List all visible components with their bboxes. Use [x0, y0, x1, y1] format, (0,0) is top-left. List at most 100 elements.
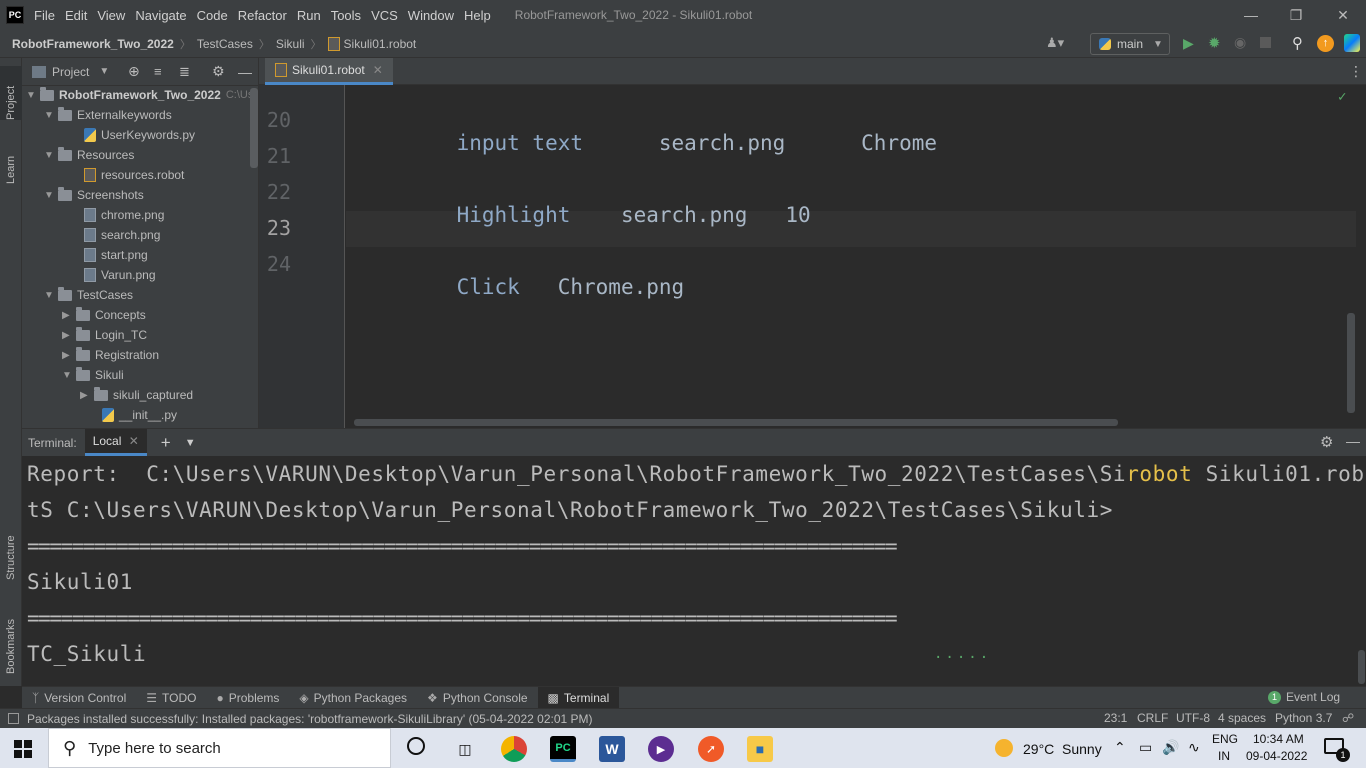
windows-start-icon[interactable]: [14, 740, 32, 758]
menu-refactor[interactable]: Refactor: [238, 8, 287, 23]
weather-temperature[interactable]: 29°C: [1023, 741, 1054, 757]
close-icon[interactable]: ✕: [1320, 0, 1366, 30]
weather-sun-icon[interactable]: [995, 739, 1013, 757]
editor-tab-sikuli01[interactable]: Sikuli01.robot ✕: [265, 58, 393, 85]
close-tab-icon[interactable]: ✕: [373, 63, 383, 77]
user-icon[interactable]: ♟▾: [1046, 35, 1064, 51]
menu-run[interactable]: Run: [297, 8, 321, 23]
breadcrumb-file[interactable]: Sikuli01.robot: [344, 37, 417, 51]
tree-item-sikuli[interactable]: ▼ Sikuli: [62, 365, 124, 385]
clock-date[interactable]: 09-04-2022: [1246, 749, 1307, 763]
collapse-all-icon[interactable]: ≣: [179, 64, 190, 80]
wifi-icon[interactable]: ∿: [1188, 739, 1200, 756]
cortana-icon[interactable]: [407, 737, 425, 755]
project-tool-tab[interactable]: Project: [0, 66, 22, 120]
problems-tab[interactable]: ● Problems: [206, 687, 289, 709]
menu-code[interactable]: Code: [197, 8, 228, 23]
menu-edit[interactable]: Edit: [65, 8, 87, 23]
caret-position[interactable]: 23:1: [1104, 711, 1127, 725]
todo-tab[interactable]: ☰ TODO: [136, 687, 206, 709]
run-config-selector[interactable]: main ▼: [1090, 33, 1170, 55]
horizontal-scrollbar[interactable]: [354, 419, 1118, 426]
chevron-down-icon[interactable]: ▼: [185, 437, 196, 449]
tree-item-registration[interactable]: ▶ Registration: [62, 345, 159, 365]
menu-file[interactable]: File: [34, 8, 55, 23]
clock-time[interactable]: 10:34 AM: [1253, 732, 1304, 746]
code-line[interactable]: Highlight search.png 10: [406, 179, 811, 251]
menu-view[interactable]: View: [97, 8, 125, 23]
terminal-scrollbar[interactable]: [1358, 650, 1365, 684]
postman-icon[interactable]: ➚: [698, 736, 724, 762]
terminal-output[interactable]: Report: C:\Users\VARUN\Desktop\Varun_Per…: [22, 456, 1366, 686]
jetbrains-icon[interactable]: [1344, 34, 1360, 52]
locate-icon[interactable]: ⊕: [128, 63, 140, 80]
tree-item-testcases[interactable]: ▼ TestCases: [44, 285, 133, 305]
gear-icon[interactable]: ⚙: [1320, 433, 1333, 451]
update-icon[interactable]: ↑: [1317, 35, 1334, 52]
status-message[interactable]: Packages installed successfully: Install…: [27, 712, 593, 726]
gear-icon[interactable]: ⚙: [212, 63, 225, 80]
bookmarks-tool-tab[interactable]: Bookmarks: [0, 598, 22, 674]
file-explorer-icon[interactable]: ■: [747, 736, 773, 762]
project-scrollbar[interactable]: [250, 88, 258, 168]
menu-navigate[interactable]: Navigate: [135, 8, 186, 23]
no-problems-check-icon[interactable]: ✓: [1338, 89, 1346, 105]
terminal-tab-local[interactable]: Local ✕: [84, 429, 147, 456]
menu-window[interactable]: Window: [408, 8, 454, 23]
word-icon[interactable]: W: [599, 736, 625, 762]
add-terminal-icon[interactable]: +: [161, 433, 171, 453]
code-line[interactable]: Click Chrome.png: [406, 251, 685, 323]
close-tab-icon[interactable]: ✕: [129, 434, 139, 448]
lock-icon[interactable]: ☍: [1342, 711, 1354, 725]
vertical-scrollbar[interactable]: [1347, 313, 1355, 413]
file-encoding[interactable]: UTF-8: [1176, 711, 1210, 725]
code-editor[interactable]: input text search.png Chrome Highlight s…: [346, 85, 1356, 428]
tree-item-start-png[interactable]: start.png: [84, 245, 148, 265]
tree-item-project-root[interactable]: ▼ RobotFramework_Two_2022 C:\Us: [26, 85, 253, 105]
task-view-icon[interactable]: ◫: [452, 736, 478, 762]
code-line[interactable]: input text search.png Chrome: [406, 107, 937, 179]
debug-icon[interactable]: ✹: [1208, 34, 1221, 52]
search-icon[interactable]: ⚲: [1292, 34, 1303, 52]
weather-description[interactable]: Sunny: [1062, 741, 1102, 757]
chevron-down-icon[interactable]: ▼: [99, 66, 109, 77]
menu-tools[interactable]: Tools: [331, 8, 361, 23]
volume-icon[interactable]: 🔊: [1162, 739, 1179, 756]
menu-help[interactable]: Help: [464, 8, 491, 23]
tree-item-chrome-png[interactable]: chrome.png: [84, 205, 164, 225]
terminal-tab[interactable]: ▩ Terminal: [537, 686, 620, 709]
tree-item-init-py[interactable]: __init__.py: [102, 405, 177, 425]
breadcrumb-testcases[interactable]: TestCases: [197, 37, 253, 51]
taskbar-search-box[interactable]: ⚲ Type here to search: [48, 728, 391, 768]
battery-icon[interactable]: ▭: [1139, 739, 1152, 756]
breadcrumb-sikuli[interactable]: Sikuli: [276, 37, 305, 51]
pycharm-icon[interactable]: PC: [550, 736, 576, 762]
tree-item-externalkeywords[interactable]: ▼ Externalkeywords: [44, 105, 172, 125]
tree-item-screenshots[interactable]: ▼ Screenshots: [44, 185, 144, 205]
python-console-tab[interactable]: ❖ Python Console: [417, 687, 538, 709]
hide-panel-icon[interactable]: —: [238, 64, 252, 80]
learn-tool-tab[interactable]: Learn: [0, 134, 22, 184]
python-packages-tab[interactable]: ◈ Python Packages: [289, 687, 417, 709]
tree-item-login-tc[interactable]: ▶ Login_TC: [62, 325, 147, 345]
menu-vcs[interactable]: VCS: [371, 8, 398, 23]
restore-icon[interactable]: ❐: [1273, 0, 1319, 30]
tree-item-resources-robot[interactable]: resources.robot: [84, 165, 184, 185]
coverage-icon[interactable]: ◉: [1234, 34, 1246, 51]
version-control-tab[interactable]: ᛉ Version Control: [22, 687, 136, 709]
toggle-panels-icon[interactable]: [8, 713, 19, 724]
python-interpreter[interactable]: Python 3.7: [1275, 711, 1332, 725]
indent-setting[interactable]: 4 spaces: [1218, 711, 1266, 725]
project-panel-title[interactable]: Project: [52, 65, 89, 79]
stop-icon[interactable]: [1260, 37, 1271, 48]
expand-all-icon[interactable]: ≡: [154, 64, 162, 79]
tree-item-sikuli-captured[interactable]: ▶ sikuli_captured: [80, 385, 193, 405]
language-region[interactable]: IN: [1218, 749, 1230, 763]
tree-item-userkeywords[interactable]: UserKeywords.py: [84, 125, 195, 145]
tree-item-search-png[interactable]: search.png: [84, 225, 160, 245]
structure-tool-tab[interactable]: Structure: [0, 514, 22, 580]
run-icon[interactable]: ▶: [1183, 35, 1194, 52]
language-indicator[interactable]: ENG: [1212, 732, 1238, 746]
more-options-icon[interactable]: ⋮: [1349, 63, 1363, 80]
minimize-icon[interactable]: —: [1228, 0, 1274, 30]
